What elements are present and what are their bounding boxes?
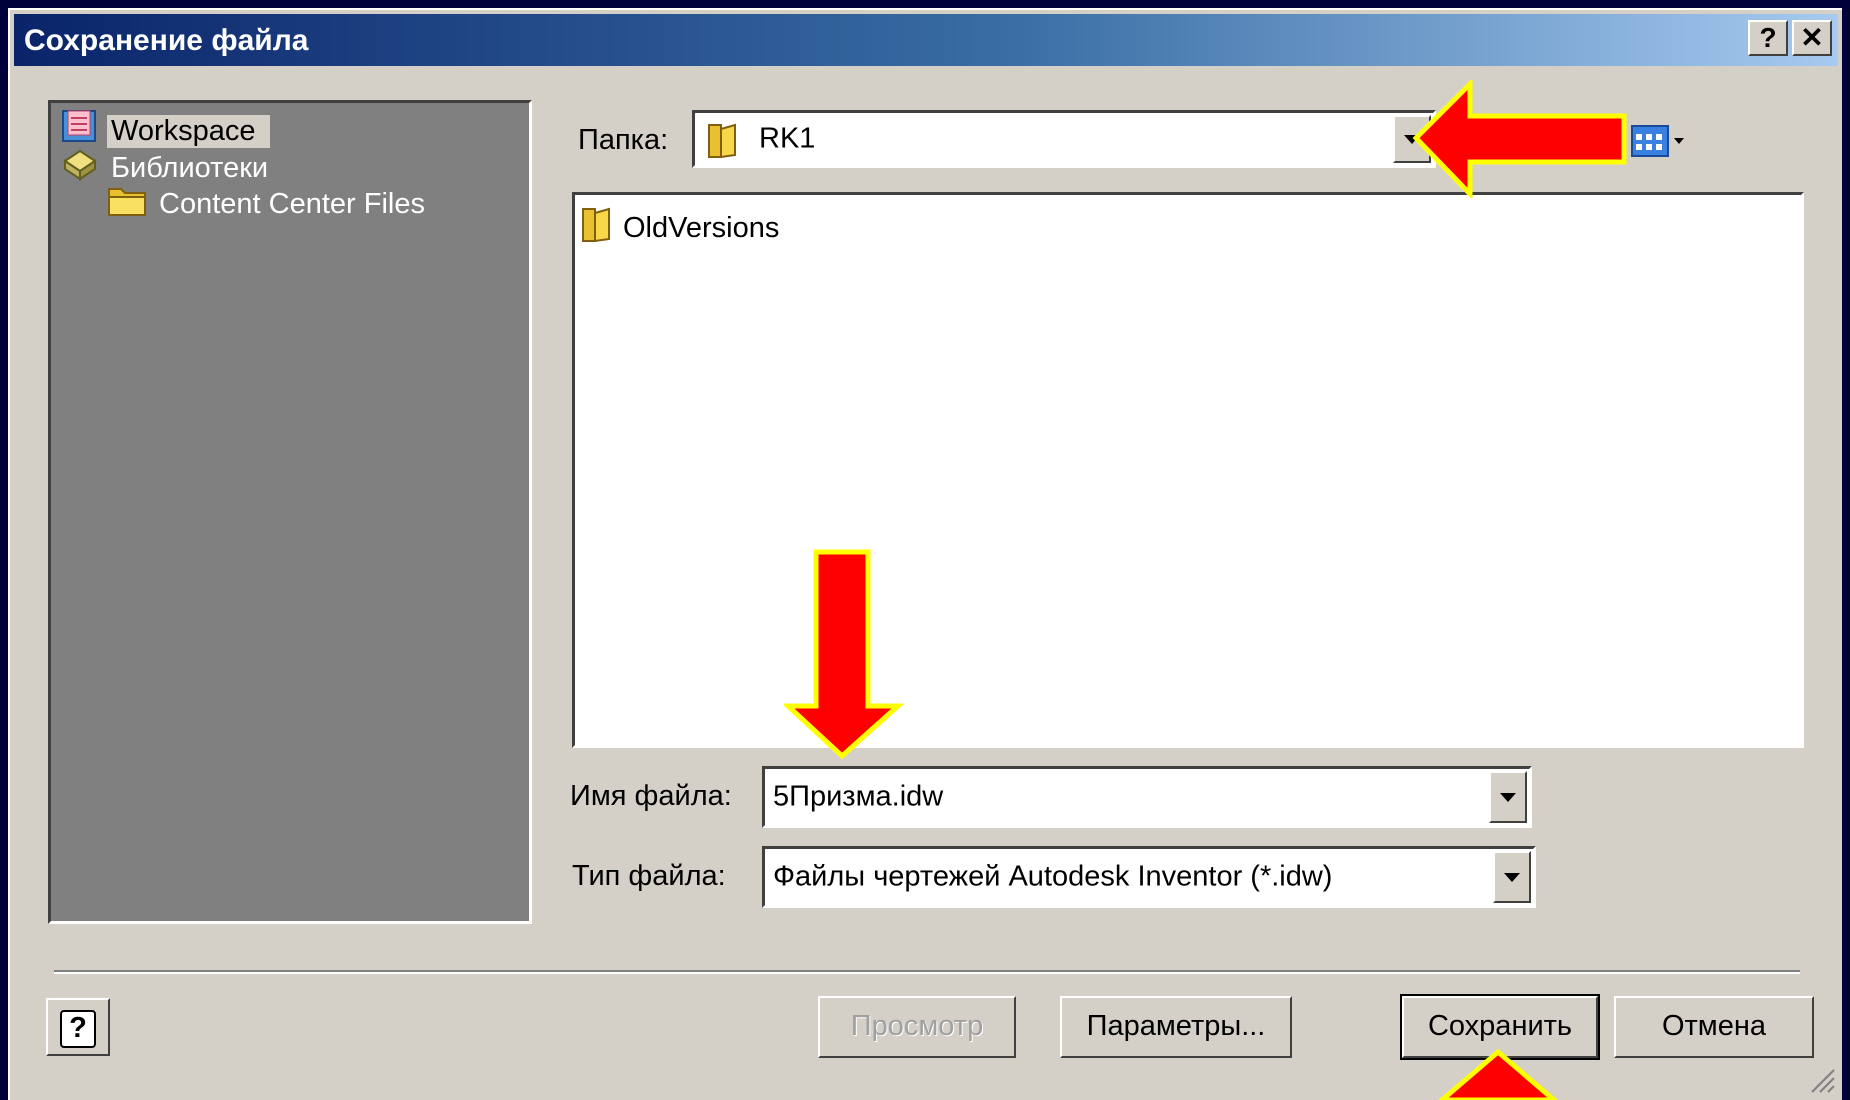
options-button[interactable]: Параметры...	[1060, 996, 1292, 1058]
file-list[interactable]: OldVersions	[572, 192, 1804, 748]
resize-grip-icon[interactable]	[1808, 1066, 1836, 1094]
place-label: Content Center Files	[159, 187, 425, 220]
filetype-select[interactable]: Файлы чертежей Autodesk Inventor (*.idw)	[762, 846, 1536, 908]
help-icon: ?	[60, 1010, 96, 1048]
place-label: Библиотеки	[111, 151, 269, 184]
annotation-arrow-left-icon	[1412, 80, 1627, 198]
places-panel: Workspace Библиотеки Content Center File…	[48, 100, 532, 924]
filename-label: Имя файла:	[570, 780, 732, 812]
help-title-button[interactable]: ?	[1748, 20, 1788, 56]
view-menu-button[interactable]	[1630, 122, 1688, 160]
folder-icon	[107, 183, 147, 225]
cancel-button[interactable]: Отмена	[1614, 996, 1814, 1058]
preview-button[interactable]: Просмотр	[818, 996, 1016, 1058]
file-name: OldVersions	[623, 211, 780, 244]
filename-value: 5Призма.idw	[773, 780, 944, 813]
folder-combo[interactable]: RK1	[692, 110, 1436, 168]
folder-icon	[705, 121, 741, 164]
help-button[interactable]: ?	[46, 998, 110, 1056]
separator	[54, 970, 1800, 974]
place-content-center[interactable]: Content Center Files	[107, 183, 429, 225]
annotation-arrow-up-icon	[1438, 1048, 1558, 1100]
list-item[interactable]: OldVersions	[579, 205, 779, 251]
folder-value: RK1	[759, 122, 816, 155]
filetype-label: Тип файла:	[572, 860, 726, 892]
dialog-title: Сохранение файла	[24, 24, 309, 57]
annotation-arrow-down-icon	[784, 549, 904, 760]
close-button[interactable]: ✕	[1792, 20, 1832, 56]
filetype-dropdown-button[interactable]	[1493, 851, 1531, 903]
folder-icon	[579, 205, 615, 251]
place-label: Workspace	[107, 114, 270, 148]
filetype-value: Файлы чертежей Autodesk Inventor (*.idw)	[773, 860, 1333, 893]
filename-dropdown-button[interactable]	[1489, 771, 1527, 823]
folder-label: Папка:	[578, 124, 669, 156]
view-menu-icon	[1630, 125, 1688, 164]
libraries-icon	[61, 147, 99, 189]
filename-field[interactable]: 5Призма.idw	[762, 766, 1532, 828]
title-bar: Сохранение файла ? ✕	[14, 14, 1838, 66]
